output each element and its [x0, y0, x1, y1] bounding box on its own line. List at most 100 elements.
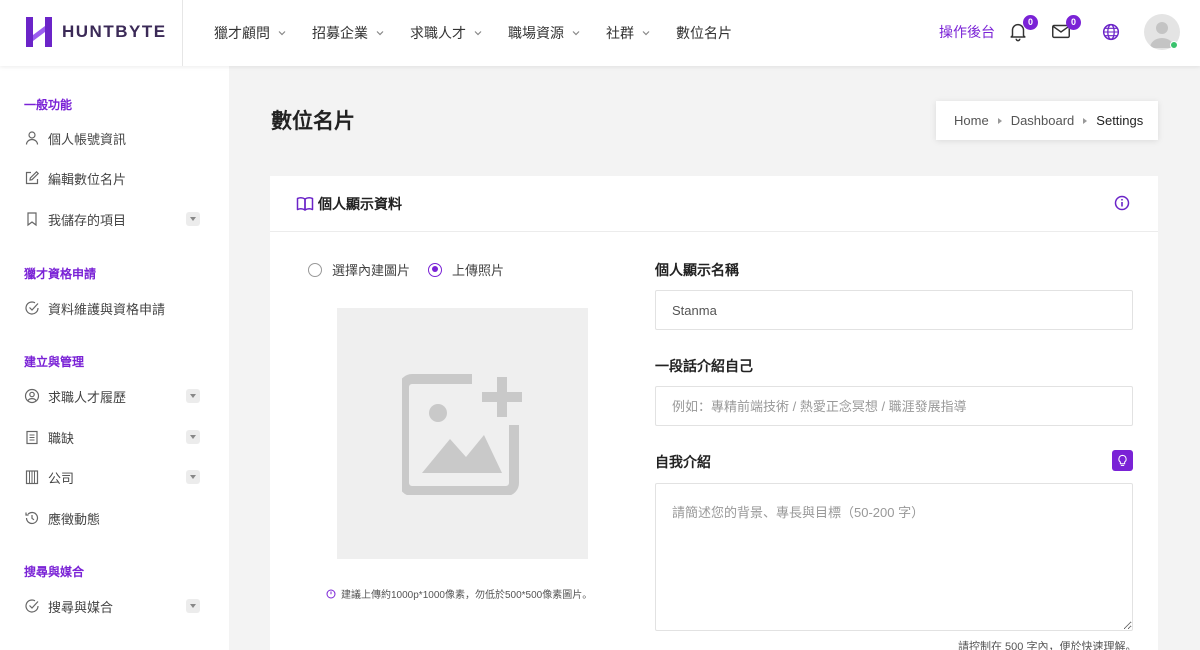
radio-label: 選擇內建圖片: [332, 263, 411, 278]
nav-label: 招募企業: [312, 25, 368, 41]
nav-item-employers[interactable]: 招募企業: [312, 23, 384, 43]
radio-upload-photo[interactable]: [428, 262, 443, 277]
breadcrumb-current: Settings: [1096, 113, 1144, 128]
sidebar-item-label: 職缺: [48, 430, 75, 446]
sidebar-item-applications[interactable]: 應徵動態: [24, 507, 200, 529]
tagline-label: 一段話介紹自己: [655, 358, 753, 374]
nav-item-community[interactable]: 社群: [606, 23, 650, 43]
sidebar-item-jobs[interactable]: 職缺: [24, 426, 200, 448]
sidebar-item-account-info[interactable]: 個人帳號資訊: [24, 127, 200, 149]
breadcrumb-home[interactable]: Home: [954, 113, 989, 128]
sidebar-item-label: 應徵動態: [48, 511, 101, 527]
sidebar-section-title: 搜尋與媒合: [24, 565, 85, 579]
sidebar-item-label: 我儲存的項目: [48, 212, 127, 228]
sidebar-item-edit-card[interactable]: 編輯數位名片: [24, 167, 200, 189]
tagline-input[interactable]: [655, 386, 1133, 426]
sidebar-item-resumes[interactable]: 求職人才履歷: [24, 385, 200, 407]
sidebar-item-search-match[interactable]: 搜尋與媒合: [24, 595, 200, 617]
building-icon: [25, 470, 39, 485]
expand-toggle[interactable]: [186, 430, 200, 444]
nav-item-digital-card[interactable]: 數位名片: [676, 23, 732, 43]
sidebar-section-title: 建立與管理: [24, 355, 85, 369]
radio-builtin-image[interactable]: [308, 262, 322, 277]
main-nav: 獵才顧問 招募企業 求職人才 職場資源 社群 數位名片: [214, 0, 758, 66]
edit-icon: [25, 170, 40, 185]
add-image-icon: [401, 373, 522, 495]
check-circle-icon: [25, 301, 39, 315]
page-title: 數位名片: [271, 110, 355, 133]
radio-label: 上傳照片: [452, 263, 505, 278]
sidebar-section-title: 一般功能: [24, 98, 73, 112]
notifications-badge: 0: [1023, 15, 1038, 30]
sidebar-item-saved[interactable]: 我儲存的項目: [24, 208, 200, 230]
sidebar-item-label: 公司: [48, 470, 75, 486]
expand-toggle[interactable]: [186, 599, 200, 613]
history-icon: [25, 511, 39, 525]
card-header: 個人顯示資料: [270, 176, 1158, 232]
huntbyte-logo-icon: [26, 17, 52, 47]
chevron-down-icon: [474, 31, 482, 36]
online-status-dot: [1170, 41, 1178, 49]
bio-length-hint: 請控制在 500 字內，便於快速理解。: [958, 641, 1137, 650]
nav-label: 數位名片: [676, 25, 732, 41]
photo-source-options: 選擇內建圖片 上傳照片: [308, 260, 522, 279]
display-name-input[interactable]: [655, 290, 1133, 330]
bio-label: 自我介紹: [655, 454, 711, 470]
card-title-text: 個人顯示資料: [318, 196, 402, 212]
language-button[interactable]: [1100, 21, 1124, 45]
chevron-down-icon: [572, 31, 580, 36]
messages-button[interactable]: 0: [1050, 15, 1081, 44]
sidebar-item-label: 求職人才履歷: [48, 389, 127, 405]
sidebar-item-company[interactable]: 公司: [24, 466, 200, 488]
profile-card: 個人顯示資料 選擇內建圖片 上傳照片 建議上傳約1000p*1000像素，勿低於…: [270, 176, 1158, 650]
nav-label: 職場資源: [508, 25, 564, 41]
sidebar-item-label: 個人帳號資訊: [48, 131, 127, 147]
nav-label: 獵才顧問: [214, 25, 270, 41]
open-book-icon: [296, 197, 314, 211]
bio-textarea[interactable]: [655, 483, 1133, 631]
photo-upload-area[interactable]: [337, 308, 588, 559]
nav-label: 求職人才: [410, 25, 466, 41]
logo-divider: [182, 0, 183, 66]
info-icon[interactable]: [1114, 195, 1130, 211]
expand-toggle[interactable]: [186, 470, 200, 484]
clock-icon: [326, 589, 336, 598]
image-hint-text: 建議上傳約1000p*1000像素，勿低於500*500像素圖片。: [341, 590, 593, 601]
sidebar-section-title: 獵才資格申請: [24, 267, 97, 281]
top-navbar: HUNTBYTE 獵才顧問 招募企業 求職人才 職場資源 社群 數位名片 操作後…: [0, 0, 1200, 66]
breadcrumb-dashboard[interactable]: Dashboard: [1011, 113, 1075, 128]
card-title: 個人顯示資料: [296, 194, 402, 214]
brand-logo[interactable]: HUNTBYTE: [24, 14, 167, 50]
nav-item-talent[interactable]: 求職人才: [410, 23, 482, 43]
expand-toggle[interactable]: [186, 212, 200, 226]
sidebar-item-label: 搜尋與媒合: [48, 599, 114, 615]
caret-down-icon: [190, 435, 196, 439]
lightbulb-icon: [1118, 454, 1127, 466]
sidebar: 一般功能 個人帳號資訊 編輯數位名片 我儲存的項目 獵才資格申請 資料維護與資格…: [0, 66, 229, 650]
sidebar-item-label: 編輯數位名片: [48, 171, 127, 187]
user-icon: [25, 131, 39, 145]
bookmark-icon: [27, 212, 37, 227]
caret-down-icon: [190, 217, 196, 221]
nav-item-resources[interactable]: 職場資源: [508, 23, 580, 43]
display-name-label: 個人顯示名稱: [655, 262, 739, 278]
notifications-button[interactable]: 0: [1007, 15, 1038, 44]
expand-toggle[interactable]: [186, 389, 200, 403]
nav-item-headhunter[interactable]: 獵才顧問: [214, 23, 286, 43]
sidebar-item-qualification[interactable]: 資料維護與資格申請: [24, 297, 200, 319]
admin-dashboard-link[interactable]: 操作後台: [939, 22, 995, 42]
caret-down-icon: [190, 475, 196, 479]
messages-badge: 0: [1066, 15, 1081, 30]
check-circle-icon: [25, 599, 39, 613]
nav-label: 社群: [606, 25, 634, 41]
sidebar-item-label: 資料維護與資格申請: [48, 301, 166, 317]
ai-suggest-button[interactable]: [1112, 450, 1133, 471]
caret-down-icon: [190, 604, 196, 608]
image-size-hint: 建議上傳約1000p*1000像素，勿低於500*500像素圖片。: [326, 586, 592, 601]
clipboard-icon: [26, 430, 38, 445]
breadcrumb-separator-icon: [997, 117, 1002, 124]
caret-down-icon: [190, 394, 196, 398]
chevron-down-icon: [376, 31, 384, 36]
breadcrumb: Home Dashboard Settings: [936, 101, 1158, 140]
chevron-down-icon: [278, 31, 286, 36]
